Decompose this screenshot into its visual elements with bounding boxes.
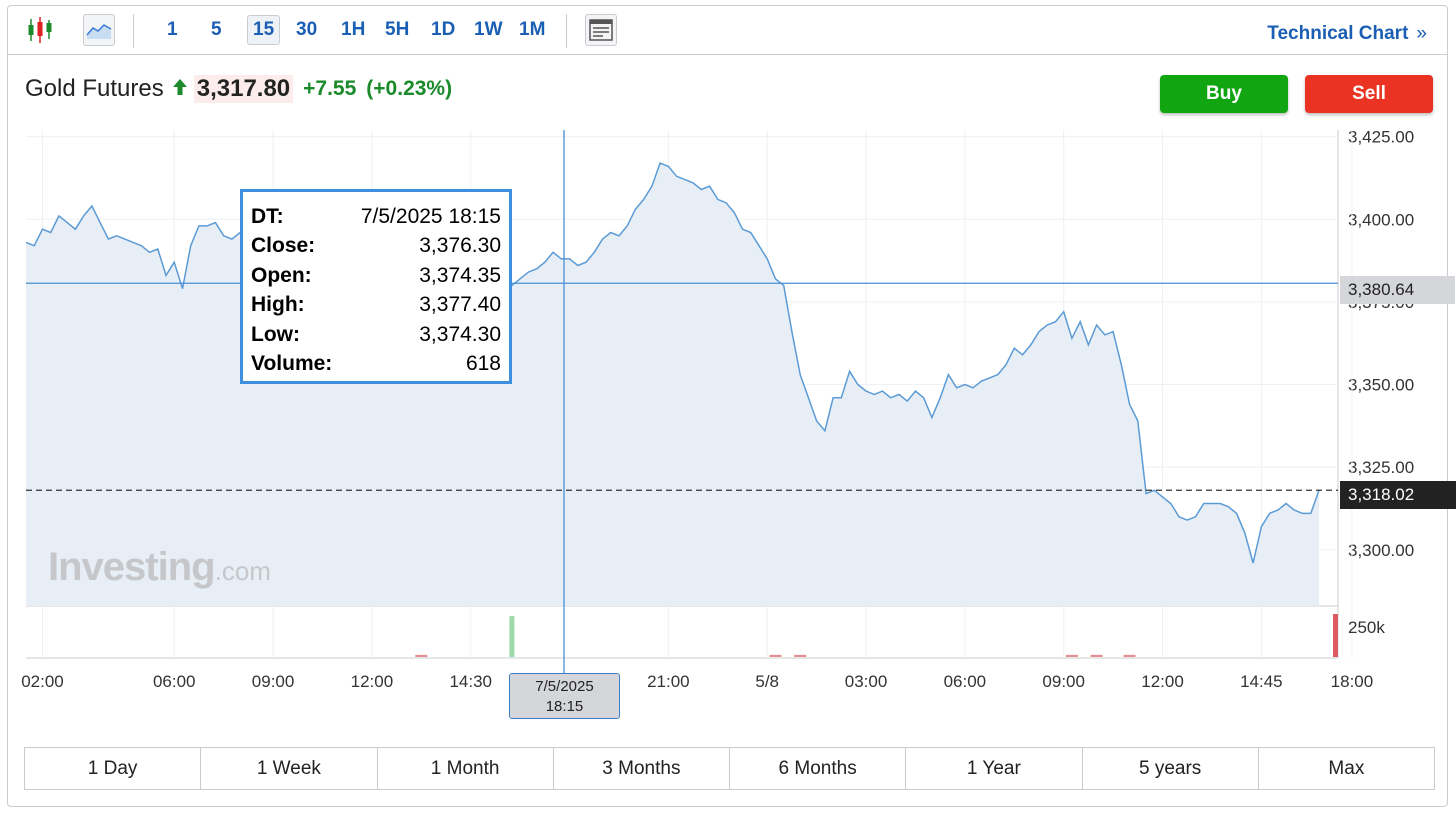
range-max[interactable]: Max bbox=[1259, 748, 1434, 789]
tooltip-row: Open: 3,374.35 bbox=[251, 261, 501, 290]
x-tick-label: 09:00 bbox=[252, 672, 295, 691]
volume-tick-label: 250k bbox=[1348, 618, 1385, 637]
volume-bar bbox=[1123, 654, 1136, 657]
volume-bar bbox=[1090, 654, 1103, 657]
tooltip-value: 7/5/2025 18:15 bbox=[360, 205, 501, 228]
range-3-months[interactable]: 3 Months bbox=[554, 748, 730, 789]
volume-bar bbox=[769, 654, 782, 657]
range-1-week[interactable]: 1 Week bbox=[201, 748, 378, 789]
y-tick-label: 3,350.00 bbox=[1348, 376, 1414, 395]
tooltip-row: Low: 3,374.30 bbox=[251, 320, 501, 349]
volume-bar bbox=[794, 654, 807, 657]
x-tick-label: 09:00 bbox=[1042, 672, 1085, 691]
tooltip-key: Close: bbox=[251, 234, 316, 258]
watermark-suffix: .com bbox=[214, 556, 271, 586]
x-tick-label: 12:00 bbox=[351, 672, 394, 691]
crosshair-date: 7/5/2025 bbox=[535, 678, 594, 695]
x-tick-label: 5/8 bbox=[755, 672, 779, 691]
tooltip-key: Low: bbox=[251, 322, 300, 346]
tooltip-key: DT: bbox=[251, 205, 284, 228]
x-tick-label: 18:00 bbox=[1331, 672, 1374, 691]
tooltip-row: High: 3,377.40 bbox=[251, 290, 501, 319]
time-range-selector: 1 Day 1 Week 1 Month 3 Months 6 Months 1 Year… bbox=[24, 747, 1435, 790]
tooltip-value: 3,376.30 bbox=[419, 234, 501, 258]
x-tick-label: 14:45 bbox=[1240, 672, 1283, 691]
tooltip-key: Open: bbox=[251, 263, 312, 287]
crosshair-y-label: 3,380.64 bbox=[1340, 276, 1455, 304]
watermark-brand: Investing bbox=[48, 545, 216, 589]
x-tick-label: 06:00 bbox=[944, 672, 987, 691]
x-tick-label: 06:00 bbox=[153, 672, 196, 691]
volume-bar bbox=[415, 654, 428, 657]
volume-bar bbox=[1332, 614, 1338, 657]
crosshair-time: 18:15 bbox=[545, 698, 584, 715]
last-price-label: 3,318.02 bbox=[1340, 481, 1456, 509]
ohlc-tooltip: DT: 7/5/2025 18:15 Close: 3,376.30 Open: 3,37… bbox=[240, 189, 512, 384]
range-1-year[interactable]: 1 Year bbox=[906, 748, 1083, 789]
tooltip-row: Volume: 618 bbox=[251, 349, 501, 378]
crosshair-x-label: 7/5/2025 18:15 bbox=[509, 673, 620, 719]
x-tick-label: 02:00 bbox=[21, 672, 64, 691]
x-tick-label: 21:00 bbox=[647, 672, 690, 691]
x-tick-label: 03:00 bbox=[845, 672, 888, 691]
y-tick-label: 3,400.00 bbox=[1348, 210, 1414, 229]
tooltip-key: Volume: bbox=[251, 351, 333, 375]
price-chart[interactable]: 3,425.003,400.003,375.003,350.003,325.00… bbox=[0, 0, 1456, 815]
range-1-month[interactable]: 1 Month bbox=[378, 748, 554, 789]
volume-bar bbox=[509, 616, 515, 657]
tooltip-key: High: bbox=[251, 293, 305, 317]
investing-watermark: Investing.com bbox=[48, 545, 271, 590]
x-tick-label: 14:30 bbox=[449, 672, 492, 691]
tooltip-row: Close: 3,376.30 bbox=[251, 231, 501, 260]
tooltip-value: 3,374.30 bbox=[419, 322, 501, 346]
tooltip-value: 3,374.35 bbox=[419, 263, 501, 287]
y-tick-label: 3,325.00 bbox=[1348, 458, 1414, 477]
tooltip-value: 3,377.40 bbox=[419, 293, 501, 317]
y-tick-label: 3,300.00 bbox=[1348, 541, 1414, 560]
range-1-day[interactable]: 1 Day bbox=[25, 748, 202, 789]
y-tick-label: 3,425.00 bbox=[1348, 128, 1414, 147]
x-tick-label: 12:00 bbox=[1141, 672, 1184, 691]
tooltip-row: DT: 7/5/2025 18:15 bbox=[251, 202, 501, 231]
volume-bar bbox=[1065, 654, 1078, 657]
range-5-years[interactable]: 5 years bbox=[1083, 748, 1259, 789]
range-6-months[interactable]: 6 Months bbox=[730, 748, 907, 789]
tooltip-value: 618 bbox=[465, 351, 501, 375]
